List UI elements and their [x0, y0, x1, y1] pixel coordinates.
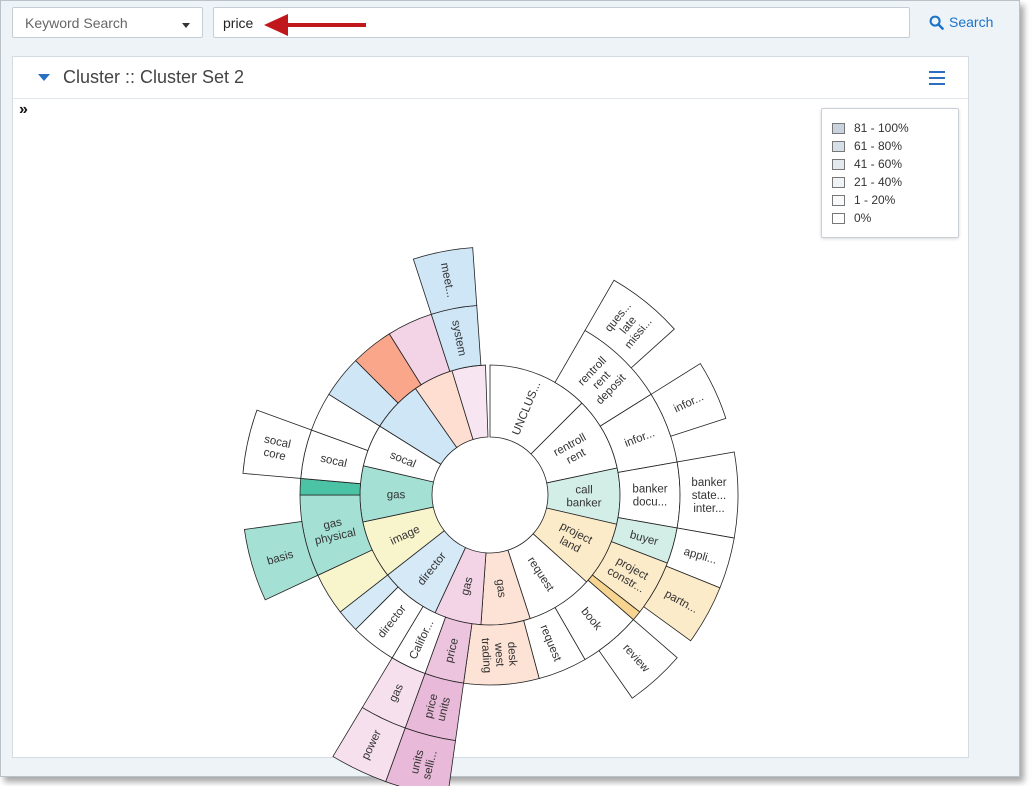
cluster-label: banker docu...: [632, 484, 667, 509]
cluster-sunburst: UNCLUS...rentrollrentcall bankerprojectla…: [242, 247, 739, 786]
cluster-label: gas: [387, 489, 406, 501]
cluster-label: banker state... inter...: [691, 477, 726, 515]
cluster-label: gas: [493, 578, 507, 598]
